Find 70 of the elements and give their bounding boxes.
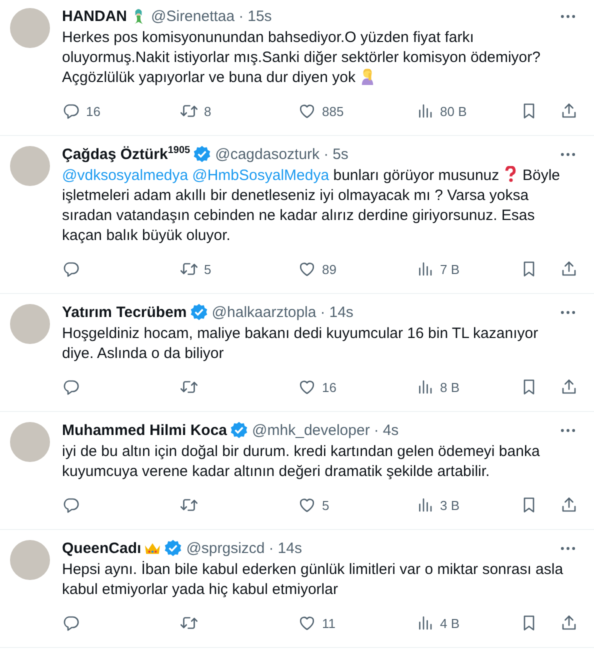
share-icon[interactable]	[560, 614, 578, 632]
share-icon[interactable]	[560, 378, 578, 396]
view-count: 8 B	[440, 380, 460, 394]
share-icon[interactable]	[560, 260, 578, 278]
like-count: 16	[322, 380, 336, 394]
more-options-icon[interactable]	[560, 14, 576, 18]
more-options-icon[interactable]	[560, 152, 576, 156]
view-count: 80 B	[440, 104, 467, 118]
views-chart-icon[interactable]	[416, 378, 434, 396]
reply-icon[interactable]	[62, 260, 80, 278]
user-name[interactable]: HANDAN	[62, 8, 127, 24]
more-options-icon[interactable]	[560, 428, 576, 432]
reply-icon[interactable]	[62, 496, 80, 514]
post-time[interactable]: 4s	[382, 422, 399, 438]
views-chart-icon[interactable]	[416, 496, 434, 514]
person-facepalm-icon	[360, 68, 375, 85]
post-text: Herkes pos komisyonunundan bahsediyor.O yüzden fiyat farkı oluyormuş.Nakit istiyorlar mış.Sanki diğer sektörler komisyon ödemiyor? Açgözlülük yapıyorlar ve buna dur diyen yok	[62, 28, 542, 88]
views-chart-icon[interactable]	[416, 260, 434, 278]
like-count: 885	[322, 104, 344, 118]
like-count: 89	[322, 262, 336, 276]
like-heart-icon[interactable]	[298, 378, 316, 396]
separator-dot: ·	[268, 540, 274, 556]
reply-icon[interactable]	[62, 102, 80, 120]
view-count: 4 B	[440, 616, 460, 630]
post-text: @vdksosyalmedya @HmbSosyalMedya bunları görüyor musunuz Böyle işletmeleri adam akıllı bir denetleseniz iyi olmayacak mı ? Varsa yoksa sıradan vatandaşın cebinden ne kadar alırız derdine giriyorsunuz. Esas kaçan balık büyük oluyor.	[62, 166, 562, 246]
separator-dot: ·	[324, 146, 329, 162]
view-count: 7 B	[440, 262, 460, 276]
views-chart-icon[interactable]	[416, 614, 434, 632]
user-handle[interactable]: @mhk_developer	[252, 422, 370, 438]
like-count: 11	[322, 616, 336, 630]
more-options-icon[interactable]	[560, 310, 576, 314]
user-handle[interactable]: @halkaarztopla	[212, 304, 316, 320]
post-text: Hoşgeldiniz hocam, maliye bakanı dedi kuyumcular 16 bin TL kazanıyor diye. Aslında o da biliyor	[62, 324, 540, 364]
like-heart-icon[interactable]	[298, 102, 316, 120]
repost-count: 5	[204, 262, 212, 276]
post-text: Hepsi aynı. İban bile kabul ederken günlük limitleri var o miktar sonrası asla kabul etmiyorlar yada hiç kabul etmiyorlar	[62, 560, 564, 600]
user-handle[interactable]: @Sirenettaa	[151, 8, 235, 24]
share-icon[interactable]	[560, 496, 578, 514]
repost-icon[interactable]	[180, 614, 198, 632]
separator-dot: ·	[320, 304, 326, 320]
repost-icon[interactable]	[180, 496, 198, 514]
post-time[interactable]: 15s	[248, 8, 272, 24]
like-heart-icon[interactable]	[298, 496, 316, 514]
user-name[interactable]: QueenCadı	[62, 540, 142, 556]
post-time[interactable]: 14s	[329, 304, 354, 320]
user-handle[interactable]: @cagdasozturk	[215, 146, 320, 162]
user-name[interactable]: Çağdaş Öztürk$^{1905}$	[62, 145, 190, 163]
post-time[interactable]: 14s	[278, 540, 302, 556]
repost-count: 8	[204, 104, 212, 118]
reply-count: 16	[86, 104, 100, 118]
like-heart-icon[interactable]	[298, 260, 316, 278]
view-count: 3 B	[440, 498, 460, 512]
more-options-icon[interactable]	[560, 546, 576, 550]
question-mark-icon	[503, 166, 518, 183]
share-icon[interactable]	[560, 102, 578, 120]
like-heart-icon[interactable]	[298, 614, 316, 632]
repost-icon[interactable]	[180, 378, 198, 396]
repost-icon[interactable]	[180, 102, 198, 120]
user-name[interactable]: Yatırım Tecrübem	[62, 304, 187, 320]
separator-dot: ·	[238, 8, 244, 24]
like-count: 5	[322, 498, 330, 512]
reply-icon[interactable]	[62, 614, 80, 632]
user-name[interactable]: Muhammed Hilmi Koca	[62, 422, 228, 438]
repost-icon[interactable]	[180, 260, 198, 278]
post-text: iyi de bu altın için doğal bir durum. kredi kartından gelen ödemeyi banka kuyumcuya verene kadar altının değeri dramatik şekilde artabilir.	[62, 442, 541, 482]
user-handle[interactable]: @sprgsizcd	[186, 540, 265, 556]
views-chart-icon[interactable]	[416, 102, 434, 120]
separator-dot: ·	[374, 422, 379, 438]
post-time[interactable]: 5s	[332, 146, 348, 162]
reply-icon[interactable]	[62, 378, 80, 396]
